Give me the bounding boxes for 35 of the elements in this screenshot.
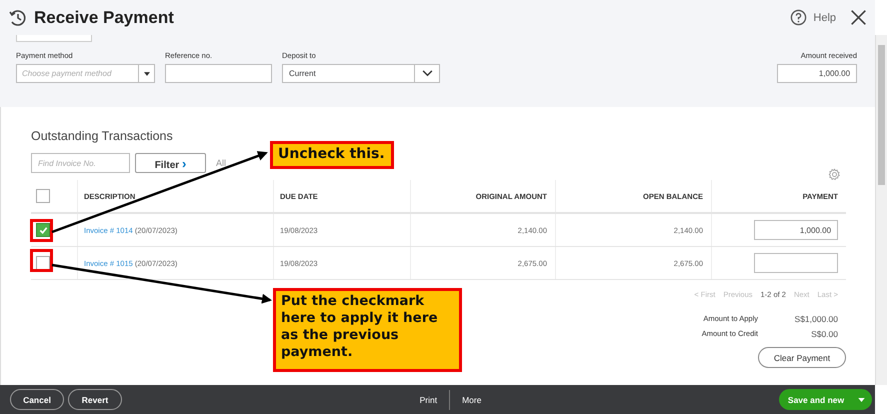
filter-value: All bbox=[216, 158, 226, 168]
amount-field[interactable]: 1,000.00 bbox=[777, 64, 858, 83]
dropdown-button[interactable] bbox=[138, 64, 155, 83]
total-value: S$0.00 bbox=[810, 329, 838, 339]
cancel-button[interactable]: Cancel bbox=[10, 389, 64, 410]
checkbox[interactable] bbox=[36, 223, 50, 237]
total-value: S$1,000.00 bbox=[794, 314, 838, 324]
checkbox[interactable] bbox=[36, 189, 50, 203]
help-link[interactable]: Help bbox=[813, 12, 836, 24]
callout: Uncheck this. bbox=[270, 141, 394, 169]
history-icon bbox=[8, 8, 28, 28]
search-field[interactable]: Find Invoice No. bbox=[31, 153, 130, 173]
checkbox[interactable] bbox=[36, 256, 50, 270]
help-icon[interactable] bbox=[790, 9, 808, 26]
input-field[interactable] bbox=[16, 35, 92, 42]
caret-icon bbox=[858, 398, 866, 402]
chevron-down-icon bbox=[422, 70, 432, 77]
revert-button[interactable]: Revert bbox=[68, 389, 122, 410]
clear-payment-button[interactable]: Clear Payment bbox=[758, 347, 846, 368]
scrollbar[interactable] bbox=[875, 35, 887, 385]
checkmark-icon bbox=[38, 226, 48, 234]
more-link[interactable]: More bbox=[462, 394, 482, 404]
section-title: Outstanding Transactions bbox=[31, 129, 174, 145]
filter-button[interactable]: Filter › bbox=[135, 153, 206, 173]
payment-method-field[interactable]: Choose payment method bbox=[16, 64, 138, 83]
deposit-dropdown[interactable]: Current bbox=[282, 64, 440, 83]
settings-icon[interactable] bbox=[828, 168, 842, 180]
print-link[interactable]: Print bbox=[420, 394, 438, 404]
reference-field[interactable] bbox=[165, 64, 272, 83]
close-icon[interactable] bbox=[850, 9, 868, 26]
caret-icon bbox=[144, 72, 150, 76]
window-title: Receive Payment bbox=[34, 8, 174, 28]
payment-field[interactable] bbox=[754, 253, 838, 273]
callout: Put the checkmark here to apply it here as the previous payment. bbox=[273, 288, 462, 372]
payment-field[interactable]: 1,000.00 bbox=[754, 220, 838, 240]
